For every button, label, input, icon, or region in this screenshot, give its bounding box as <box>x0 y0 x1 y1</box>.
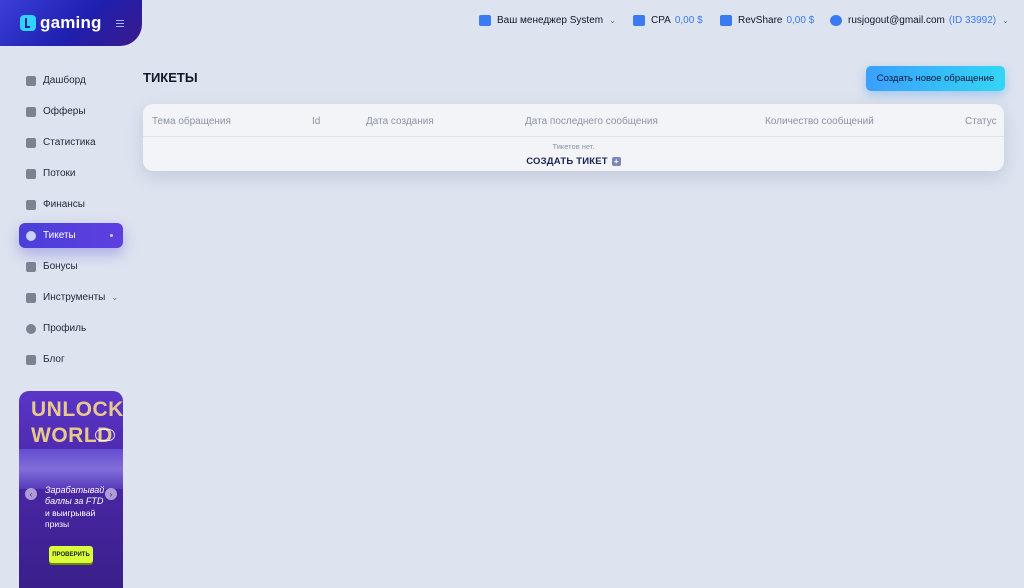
manager-label: Ваш менеджер System <box>497 15 604 26</box>
chevron-down-icon: ⌄ <box>111 293 119 302</box>
sidebar-item-label: Статистика <box>43 137 96 148</box>
chat-icon <box>479 15 491 26</box>
profile-icon <box>26 323 36 334</box>
cpa-value: 0,00 $ <box>674 15 703 26</box>
column-header-id[interactable]: Id <box>312 116 320 127</box>
user-menu[interactable]: rusjogout@gmail.com (ID 33992) ⌄ <box>830 15 1009 26</box>
banner-promo-text: Зарабатывай баллы за FTD <box>45 485 105 506</box>
logo-block[interactable]: gaming <box>0 0 142 46</box>
sidebar-item-profile[interactable]: Профиль <box>19 316 123 341</box>
cpa-label: CPA <box>651 15 671 26</box>
empty-state-text: Тикетов нет. <box>552 142 595 151</box>
sidebar-item-dashboard[interactable]: Дашборд <box>19 68 123 93</box>
sidebar-item-statistics[interactable]: Статистика <box>19 130 123 155</box>
revshare-label: RevShare <box>738 15 783 26</box>
sidebar-item-label: Офферы <box>43 106 86 117</box>
tools-icon <box>26 292 36 303</box>
create-ticket-link-label: СОЗДАТЬ ТИКЕТ <box>526 156 608 167</box>
column-header-subject[interactable]: Тема обращения <box>152 116 231 127</box>
column-header-status[interactable]: Статус <box>965 116 997 127</box>
chevron-down-icon: ⌄ <box>1002 16 1009 25</box>
user-id: (ID 33992) <box>948 15 997 26</box>
finance-icon <box>26 199 36 210</box>
sidebar-item-bonuses[interactable]: Бонусы <box>19 254 123 279</box>
sidebar-item-label: Потоки <box>43 168 76 179</box>
user-avatar-icon <box>830 15 842 26</box>
offers-icon <box>26 106 36 117</box>
revshare-balance[interactable]: RevShare 0,00 $ <box>720 15 814 26</box>
page-title: ТИКЕТЫ <box>143 70 198 85</box>
blog-icon <box>26 354 36 365</box>
empty-state: Тикетов нет. СОЗДАТЬ ТИКЕТ + <box>143 142 1004 169</box>
chevron-left-icon[interactable]: ‹ <box>25 488 37 500</box>
statistics-icon <box>26 137 36 148</box>
sidebar-item-label: Блог <box>43 354 65 365</box>
wallet-icon <box>633 15 645 26</box>
tickets-table: Тема обращения Id Дата создания Дата пос… <box>143 104 1004 171</box>
menu-toggle-icon[interactable] <box>115 19 124 27</box>
promo-banner[interactable]: UNLOCK WORLD ‹ › Зарабатывай баллы за FT… <box>19 391 123 588</box>
manager-dropdown[interactable]: Ваш менеджер System ⌄ <box>479 15 616 26</box>
headset-icon <box>26 230 36 241</box>
sidebar-item-streams[interactable]: Потоки <box>19 161 123 186</box>
plus-icon: + <box>611 157 621 166</box>
sidebar-item-label: Бонусы <box>43 261 78 272</box>
sidebar-item-finance[interactable]: Финансы <box>19 192 123 217</box>
active-indicator <box>110 234 113 237</box>
chevron-down-icon: ⌄ <box>609 16 616 25</box>
table-header: Тема обращения Id Дата создания Дата пос… <box>143 104 1004 137</box>
sidebar-item-label: Тикеты <box>43 230 76 241</box>
banner-title-line1: UNLOCK <box>31 398 123 421</box>
sidebar-item-blog[interactable]: Блог <box>19 347 123 372</box>
wallet-icon <box>720 15 732 26</box>
sidebar-item-label: Финансы <box>43 199 85 210</box>
brand-name: gaming <box>40 13 102 32</box>
create-ticket-button[interactable]: Создать новое обращение <box>866 66 1005 91</box>
column-header-message-count[interactable]: Количество сообщений <box>765 116 874 127</box>
olympic-rings-icon <box>95 429 115 441</box>
sidebar-item-label: Профиль <box>43 323 87 334</box>
streams-icon <box>26 168 36 179</box>
sidebar-item-offers[interactable]: Офферы <box>19 99 123 124</box>
banner-image <box>19 449 123 489</box>
column-header-created[interactable]: Дата создания <box>366 116 434 127</box>
dashboard-icon <box>26 75 36 86</box>
user-email: rusjogout@gmail.com <box>848 15 945 26</box>
sidebar-item-tickets[interactable]: Тикеты <box>19 223 123 248</box>
cpa-balance[interactable]: CPA 0,00 $ <box>633 15 703 26</box>
bonus-icon <box>26 261 36 272</box>
sidebar-item-tools[interactable]: Инструменты ⌄ <box>19 285 123 310</box>
sidebar-item-label: Инструменты <box>43 292 106 303</box>
sidebar-nav: Дашборд Офферы Статистика Потоки Финансы… <box>19 68 123 378</box>
logo-icon <box>20 15 36 31</box>
revshare-value: 0,00 $ <box>786 15 815 26</box>
banner-check-button[interactable]: ПРОВЕРИТЬ <box>49 546 93 563</box>
create-ticket-link[interactable]: СОЗДАТЬ ТИКЕТ + <box>526 156 621 167</box>
sidebar-item-label: Дашборд <box>43 75 86 86</box>
column-header-last-message[interactable]: Дата последнего сообщения <box>525 116 658 127</box>
banner-promo-subtext: и выигрывай призы <box>45 508 96 529</box>
